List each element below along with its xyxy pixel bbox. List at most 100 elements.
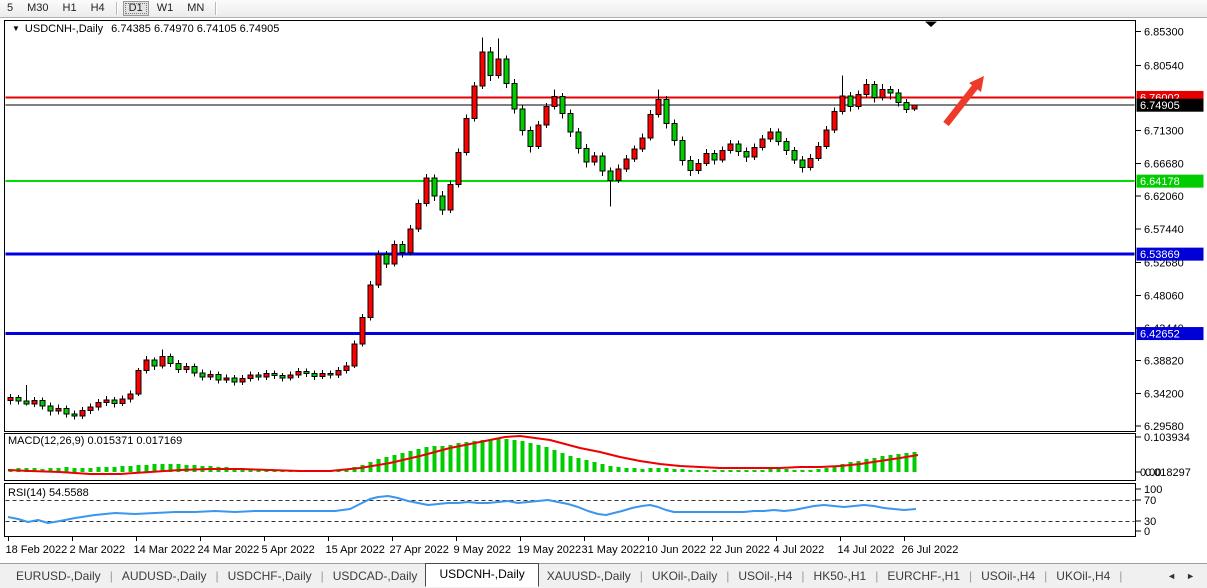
date-label: 4 Jul 2022 xyxy=(774,544,825,556)
date-label: 22 Jun 2022 xyxy=(710,544,771,556)
price-badge-label: 6.42652 xyxy=(1140,329,1180,341)
macd-histogram-bar xyxy=(681,469,685,472)
candle-body xyxy=(600,156,605,171)
candle-body xyxy=(520,109,525,131)
timeframe-button-h4[interactable]: H4 xyxy=(85,1,111,16)
price-tick-label: 6.34200 xyxy=(1144,388,1184,400)
symbol-tab-eurusd-daily[interactable]: EURUSD-,Daily xyxy=(8,567,109,585)
macd-histogram-bar xyxy=(417,449,421,472)
candle-body xyxy=(760,139,765,147)
candle-body xyxy=(576,132,581,148)
price-tick-label: 6.62060 xyxy=(1144,191,1184,203)
chart-expand-icon[interactable]: ▼ xyxy=(12,24,20,33)
date-label: 24 Mar 2022 xyxy=(198,544,260,556)
symbol-tab-eurchf-h1[interactable]: EURCHF-,H1 xyxy=(879,567,968,585)
macd-histogram-bar xyxy=(865,459,869,472)
candle-body xyxy=(480,52,485,86)
date-label: 9 May 2022 xyxy=(454,544,511,556)
toolbar-separator xyxy=(215,2,217,15)
candle-body xyxy=(840,96,845,112)
candle-body xyxy=(176,364,181,370)
rsi-indicator-label: RSI(14) 54.5588 xyxy=(8,487,89,499)
macd-histogram-bar xyxy=(97,467,101,472)
symbol-tab-usoil-h4[interactable]: USOil-,H4 xyxy=(973,567,1043,585)
macd-histogram-bar xyxy=(585,460,589,472)
candle-body xyxy=(208,374,213,377)
timeframe-button-d1[interactable]: D1 xyxy=(123,1,149,16)
main-plot-frame xyxy=(5,21,1136,432)
symbol-tab-usoil-h4[interactable]: USOil-,H4 xyxy=(730,567,800,585)
candle-body xyxy=(448,185,453,210)
price-badge-label: 6.64178 xyxy=(1140,176,1180,188)
macd-histogram-bar xyxy=(89,468,93,472)
chart-title: ▼USDCNH-,Daily6.74385 6.74970 6.74105 6.… xyxy=(12,23,279,35)
macd-histogram-bar xyxy=(713,470,717,472)
candle-body xyxy=(824,130,829,146)
rsi-panel-frame xyxy=(5,484,1136,537)
date-label: 10 Jun 2022 xyxy=(646,544,707,556)
macd-histogram-bar xyxy=(761,470,765,472)
trading-terminal-window: 5M30H1H4 D1W1MN 6.853006.805406.713006.66… xyxy=(0,0,1207,588)
tab-separator: | xyxy=(1119,569,1122,583)
tab-scroll-left-icon[interactable]: ◄ xyxy=(1167,571,1176,581)
macd-histogram-bar xyxy=(857,461,861,472)
symbol-tab-audusd-daily[interactable]: AUDUSD-,Daily xyxy=(114,567,215,585)
candle-body xyxy=(688,160,693,170)
macd-histogram-bar xyxy=(465,442,469,472)
candle-body xyxy=(616,169,621,180)
chart-svg[interactable]: 6.853006.805406.713006.666806.620606.574… xyxy=(0,0,1207,588)
price-tick-label: 6.85300 xyxy=(1144,27,1184,39)
date-label: 14 Mar 2022 xyxy=(134,544,196,556)
symbol-tab-usdcnh-daily[interactable]: USDCNH-,Daily xyxy=(425,563,538,587)
candle-body xyxy=(48,406,53,411)
candle-body xyxy=(848,96,853,107)
macd-histogram-bar xyxy=(801,470,805,472)
macd-histogram-bar xyxy=(129,466,133,472)
candle-body xyxy=(296,371,301,375)
tab-scroll-right-icon[interactable]: ► xyxy=(1186,571,1195,581)
candle-body xyxy=(224,378,229,380)
symbol-tab-hk50-h1[interactable]: HK50-,H1 xyxy=(806,567,875,585)
macd-histogram-bar xyxy=(569,456,573,472)
candle-body xyxy=(240,379,245,383)
macd-histogram-bar xyxy=(545,447,549,472)
macd-histogram-bar xyxy=(401,453,405,472)
timeframe-button-h1[interactable]: H1 xyxy=(57,1,83,16)
candle-body xyxy=(312,374,317,377)
candle-body xyxy=(152,360,157,366)
candle-body xyxy=(256,375,261,377)
rsi-axis-label: 0 xyxy=(1144,526,1150,538)
macd-axis-max-label: 0.103934 xyxy=(1144,432,1190,444)
chart-symbol-label: USDCNH-,Daily xyxy=(25,23,103,35)
symbol-tab-xauusd-daily[interactable]: XAUUSD-,Daily xyxy=(539,567,639,585)
macd-histogram-bar xyxy=(753,470,757,472)
date-label: 19 May 2022 xyxy=(518,544,582,556)
candle-body xyxy=(136,371,141,394)
chart-canvas[interactable]: 6.853006.805406.713006.666806.620606.574… xyxy=(0,0,1207,588)
timeframe-button-5[interactable]: 5 xyxy=(1,1,19,16)
candle-body xyxy=(288,375,293,378)
macd-histogram-bar xyxy=(665,468,669,472)
macd-histogram-bar xyxy=(737,470,741,472)
symbol-tab-usdchf-daily[interactable]: USDCHF-,Daily xyxy=(220,567,320,585)
candle-body xyxy=(608,171,613,180)
candle-body xyxy=(368,285,373,318)
timeframe-button-w1[interactable]: W1 xyxy=(151,1,180,16)
symbol-tab-ukoil-h4[interactable]: UKOil-,H4 xyxy=(1048,567,1118,585)
macd-histogram-bar xyxy=(529,443,533,472)
macd-histogram-bar xyxy=(809,470,813,472)
timeframe-button-mn[interactable]: MN xyxy=(181,1,210,16)
candle-body xyxy=(64,408,69,414)
symbol-tab-ukoil-daily[interactable]: UKOil-,Daily xyxy=(644,567,725,585)
macd-histogram-bar xyxy=(481,440,485,472)
candle-body xyxy=(888,90,893,94)
macd-histogram-bar xyxy=(489,440,493,472)
candle-body xyxy=(528,131,533,147)
candle-body xyxy=(592,156,597,162)
macd-histogram-bar xyxy=(513,440,517,472)
macd-histogram-bar xyxy=(649,468,653,472)
timeframe-button-m30[interactable]: M30 xyxy=(21,1,54,16)
candle-body xyxy=(272,374,277,376)
symbol-tab-usdcad-daily[interactable]: USDCAD-,Daily xyxy=(325,567,426,585)
macd-histogram-bar xyxy=(145,465,149,472)
